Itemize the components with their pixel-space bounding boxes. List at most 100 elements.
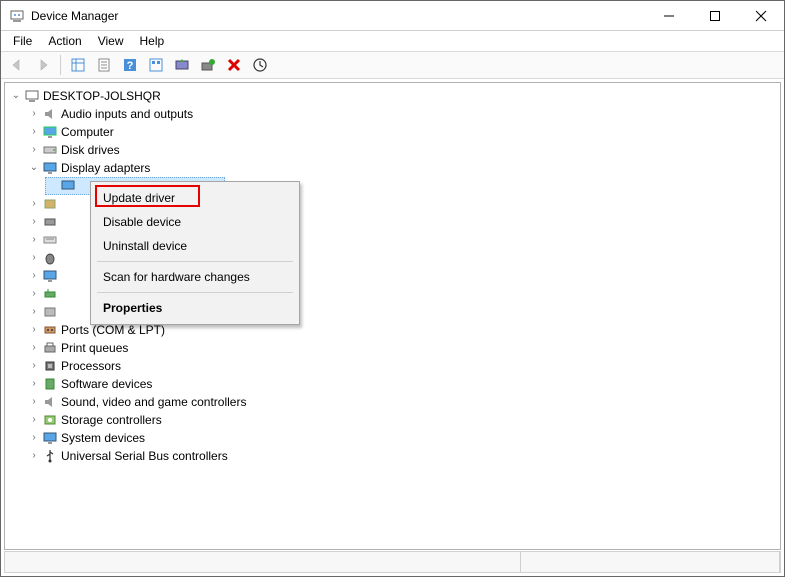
show-hide-tree-button[interactable] [66,54,90,76]
context-scan-hardware[interactable]: Scan for hardware changes [93,265,297,289]
view-button[interactable] [144,54,168,76]
expand-icon[interactable]: › [27,231,41,249]
cpu-icon [42,358,58,374]
expand-icon[interactable]: › [27,429,41,447]
update-driver-button[interactable] [170,54,194,76]
usb-icon [42,448,58,464]
collapse-icon[interactable]: ⌄ [9,87,23,105]
expand-icon[interactable]: › [27,339,41,357]
context-properties[interactable]: Properties [93,296,297,320]
display-adapter-icon [60,178,76,194]
tree-label: Print queues [61,339,128,357]
tree-item-audio[interactable]: › Audio inputs and outputs [5,105,780,123]
tree-item-disk[interactable]: › Disk drives [5,141,780,159]
tree-item-sound[interactable]: › Sound, video and game controllers [5,393,780,411]
tree-item-storage[interactable]: › Storage controllers [5,411,780,429]
expand-icon[interactable]: › [27,267,41,285]
menu-help[interactable]: Help [134,32,175,50]
expand-icon[interactable]: › [27,285,41,303]
expand-icon[interactable]: › [27,213,41,231]
expand-icon[interactable]: › [27,303,41,321]
tree-item-processors[interactable]: › Processors [5,357,780,375]
expand-icon[interactable]: › [27,249,41,267]
printer-icon [42,340,58,356]
maximize-button[interactable] [692,1,738,30]
monitor2-icon [42,268,58,284]
tree-label: Processors [61,357,121,375]
audio-icon [42,106,58,122]
toolbar: ? [1,51,784,79]
tree-label: Storage controllers [61,411,162,429]
close-button[interactable] [738,1,784,30]
context-separator [97,261,293,262]
svg-text:?: ? [127,60,134,72]
status-bar [4,551,781,573]
context-uninstall-device[interactable]: Uninstall device [93,234,297,258]
tree-item-printqueues[interactable]: › Print queues [5,339,780,357]
status-cell [521,552,780,572]
tree-item-usb[interactable]: › Universal Serial Bus controllers [5,447,780,465]
display-icon [42,160,58,176]
disk-icon [42,142,58,158]
toolbar-separator [60,55,61,75]
collapse-icon[interactable]: ⌄ [27,159,41,177]
tree-label: Disk drives [61,141,120,159]
menu-file[interactable]: File [7,32,42,50]
expand-icon[interactable]: › [27,195,41,213]
scan-hardware-button[interactable] [196,54,220,76]
ports-icon [42,322,58,338]
tree-label: Display adapters [61,159,150,177]
expand-icon[interactable]: › [27,375,41,393]
window-title: Device Manager [31,9,646,23]
app-icon [9,8,25,24]
sound-icon [42,394,58,410]
tree-label: Universal Serial Bus controllers [61,447,228,465]
tree-item-computer[interactable]: › Computer [5,123,780,141]
title-bar: Device Manager [1,1,784,31]
menu-view[interactable]: View [92,32,134,50]
tree-root[interactable]: ⌄ DESKTOP-JOLSHQR [5,87,780,105]
expand-icon[interactable]: › [27,141,41,159]
tree-label: Computer [61,123,114,141]
window-controls [646,1,784,30]
expand-icon[interactable]: › [27,105,41,123]
expand-icon[interactable]: › [27,393,41,411]
network-icon [42,286,58,302]
context-update-driver[interactable]: Update driver [93,186,297,210]
expand-icon[interactable]: › [27,357,41,375]
tree-label: System devices [61,429,145,447]
firmware-icon [42,196,58,212]
monitor-icon [42,124,58,140]
system-icon [42,430,58,446]
keyboard-icon [42,232,58,248]
tree-item-system[interactable]: › System devices [5,429,780,447]
generic-icon [42,304,58,320]
root-label: DESKTOP-JOLSHQR [43,87,161,105]
storage-icon [42,412,58,428]
context-disable-device[interactable]: Disable device [93,210,297,234]
tree-item-display[interactable]: ⌄ Display adapters [5,159,780,177]
mouse-icon [42,250,58,266]
uninstall-button[interactable] [222,54,246,76]
expand-icon[interactable]: › [27,447,41,465]
context-menu: Update driver Disable device Uninstall d… [90,181,300,325]
properties-button[interactable] [92,54,116,76]
hid-icon [42,214,58,230]
software-icon [42,376,58,392]
status-cell [5,552,521,572]
tree-label: Sound, video and game controllers [61,393,246,411]
tree-label: Software devices [61,375,152,393]
expand-icon[interactable]: › [27,123,41,141]
back-button[interactable] [5,54,29,76]
expand-icon[interactable]: › [27,321,41,339]
menu-bar: File Action View Help [1,31,784,51]
disable-button[interactable] [248,54,272,76]
tree-label: Audio inputs and outputs [61,105,193,123]
forward-button[interactable] [31,54,55,76]
tree-item-software[interactable]: › Software devices [5,375,780,393]
minimize-button[interactable] [646,1,692,30]
help-button[interactable]: ? [118,54,142,76]
expand-icon[interactable]: › [27,411,41,429]
context-separator [97,292,293,293]
menu-action[interactable]: Action [42,32,91,50]
